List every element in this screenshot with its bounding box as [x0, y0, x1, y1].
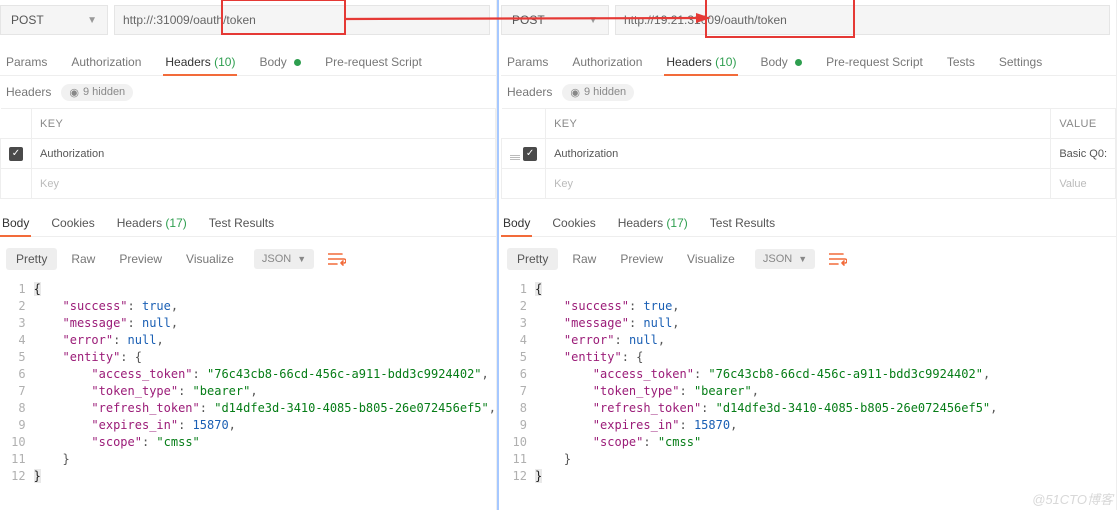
request-tabs: Params Authorization Headers (10) Body P…	[501, 46, 1116, 76]
header-value-cell[interactable]: Basic Q0:	[1051, 139, 1116, 169]
view-visualize[interactable]: Visualize	[677, 248, 745, 270]
url-suffix: :31009/oauth/token	[153, 13, 256, 27]
resp-tab-headers-label: Headers	[618, 216, 663, 230]
tab-authorization[interactable]: Authorization	[69, 49, 143, 75]
resp-tab-headers-count: (17)	[165, 216, 186, 230]
viewer-bar: Pretty Raw Preview Visualize JSON ▼	[0, 241, 496, 277]
header-key-placeholder: Key	[554, 178, 573, 190]
format-label: JSON	[763, 253, 792, 265]
method-select[interactable]: POST ▼	[0, 5, 108, 35]
headers-table: KEY VALUE ✓ Authorization Basic Q0: Key …	[501, 108, 1116, 199]
check-icon[interactable]: ✓	[523, 147, 537, 161]
toggle-hidden-headers[interactable]: ◉ 9 hidden	[562, 84, 634, 101]
chevron-down-icon: ▼	[87, 15, 97, 26]
tab-body[interactable]: Body	[257, 49, 303, 75]
tab-body-label: Body	[259, 55, 286, 69]
tab-prerequest[interactable]: Pre-request Script	[323, 49, 424, 75]
response-json[interactable]: 123456789101112 { "success": true, "mess…	[0, 277, 496, 485]
resp-tab-cookies[interactable]: Cookies	[550, 210, 597, 236]
response-json[interactable]: 123456789101112 { "success": true, "mess…	[501, 277, 1116, 485]
request-pane-right: POST ▼ http://19.2 1:31009/oauth/token P…	[497, 0, 1117, 510]
tab-settings[interactable]: Settings	[997, 49, 1044, 75]
hidden-count: 9 hidden	[83, 86, 125, 98]
view-visualize[interactable]: Visualize	[176, 248, 244, 270]
resp-tab-body[interactable]: Body	[501, 210, 532, 236]
body-has-data-icon	[294, 59, 301, 66]
headers-table: KEY ✓ Authorization Key	[0, 108, 496, 199]
request-tabs: Params Authorization Headers (10) Body P…	[0, 46, 496, 76]
format-label: JSON	[262, 253, 291, 265]
toggle-hidden-headers[interactable]: ◉ 9 hidden	[61, 84, 133, 101]
body-has-data-icon	[795, 59, 802, 66]
header-key-cell[interactable]: Authorization	[32, 139, 496, 169]
response-tabs: Body Cookies Headers (17) Test Results	[501, 205, 1116, 237]
header-key-placeholder: Key	[40, 178, 59, 190]
tab-authorization[interactable]: Authorization	[570, 49, 644, 75]
wrap-lines-icon[interactable]	[324, 248, 350, 270]
resp-tab-headers[interactable]: Headers (17)	[616, 210, 690, 236]
header-value-placeholder: Value	[1059, 178, 1086, 190]
header-key-cell[interactable]: Authorization	[546, 139, 1051, 169]
url-prefix: http://	[123, 13, 153, 27]
headers-label: Headers	[507, 85, 552, 99]
tab-headers[interactable]: Headers (10)	[664, 49, 738, 75]
hidden-count: 9 hidden	[584, 86, 626, 98]
view-preview[interactable]: Preview	[610, 248, 673, 270]
headers-label: Headers	[6, 85, 51, 99]
tab-headers-label: Headers	[165, 55, 210, 69]
format-select[interactable]: JSON ▼	[254, 249, 314, 269]
table-row[interactable]: ✓ Authorization	[1, 139, 496, 169]
check-icon[interactable]: ✓	[9, 147, 23, 161]
wrap-lines-icon[interactable]	[825, 248, 851, 270]
column-value: VALUE	[1051, 109, 1116, 139]
column-key: KEY	[32, 109, 496, 139]
method-label: POST	[11, 13, 44, 27]
tab-body-label: Body	[760, 55, 787, 69]
tab-headers-count: (10)	[214, 55, 235, 69]
tab-headers-count: (10)	[715, 55, 736, 69]
viewer-bar: Pretty Raw Preview Visualize JSON ▼	[501, 241, 1116, 277]
eye-icon: ◉	[69, 86, 79, 99]
request-pane-left: POST ▼ http:// :31009/oauth/token Params…	[0, 0, 497, 510]
resp-tab-headers-label: Headers	[117, 216, 162, 230]
table-row[interactable]: ✓ Authorization Basic Q0:	[502, 139, 1116, 169]
view-raw[interactable]: Raw	[562, 248, 606, 270]
view-preview[interactable]: Preview	[109, 248, 172, 270]
chevron-down-icon: ▼	[798, 254, 807, 264]
resp-tab-tests[interactable]: Test Results	[708, 210, 777, 236]
view-raw[interactable]: Raw	[61, 248, 105, 270]
tab-headers-label: Headers	[666, 55, 711, 69]
tab-headers[interactable]: Headers (10)	[163, 49, 237, 75]
table-row-new[interactable]: Key	[1, 169, 496, 199]
tab-prerequest[interactable]: Pre-request Script	[824, 49, 925, 75]
tab-params[interactable]: Params	[505, 49, 550, 75]
response-tabs: Body Cookies Headers (17) Test Results	[0, 205, 496, 237]
table-row-new[interactable]: Key Value	[502, 169, 1116, 199]
resp-tab-headers-count: (17)	[666, 216, 687, 230]
view-pretty[interactable]: Pretty	[507, 248, 558, 270]
resp-tab-headers[interactable]: Headers (17)	[115, 210, 189, 236]
watermark: @51CTO博客	[1032, 489, 1113, 508]
view-pretty[interactable]: Pretty	[6, 248, 57, 270]
chevron-down-icon: ▼	[297, 254, 306, 264]
column-key: KEY	[546, 109, 1051, 139]
tab-tests[interactable]: Tests	[945, 49, 977, 75]
tab-params[interactable]: Params	[4, 49, 49, 75]
resp-tab-body[interactable]: Body	[0, 210, 31, 236]
resp-tab-tests[interactable]: Test Results	[207, 210, 276, 236]
resp-tab-cookies[interactable]: Cookies	[49, 210, 96, 236]
format-select[interactable]: JSON ▼	[755, 249, 815, 269]
grip-icon[interactable]	[510, 155, 520, 160]
tab-body[interactable]: Body	[758, 49, 804, 75]
eye-icon: ◉	[570, 86, 580, 99]
